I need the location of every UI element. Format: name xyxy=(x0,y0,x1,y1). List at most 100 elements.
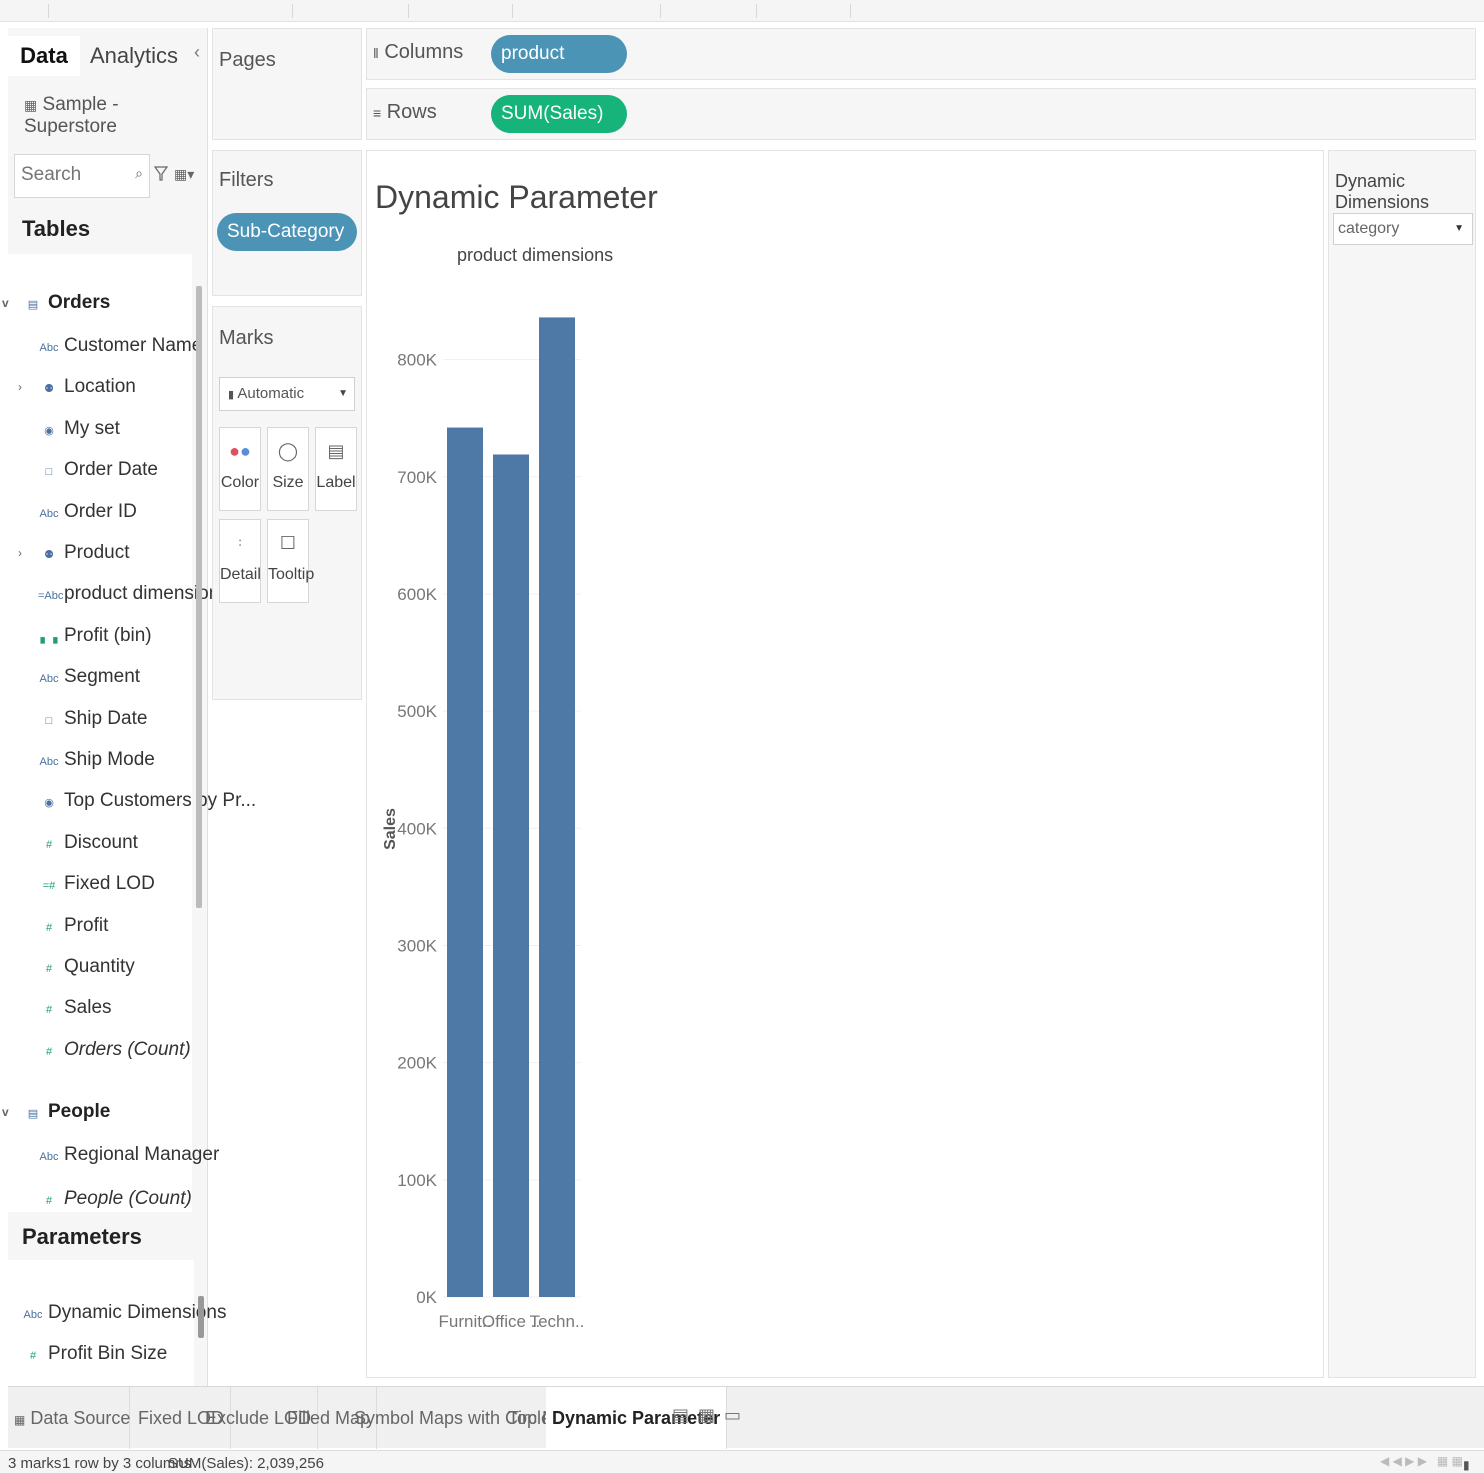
sheet-navigation[interactable]: ◀ ◀ ▶ ▶ ▦ ▦ ▮ xyxy=(1380,1454,1470,1472)
tab-analytics[interactable]: Analytics xyxy=(90,36,178,76)
parameter-value: category xyxy=(1338,220,1400,237)
field-item[interactable]: Abc Order ID xyxy=(38,497,137,527)
number-field-icon: # xyxy=(45,963,53,975)
field-item[interactable]: # Profit xyxy=(38,911,108,941)
field-item[interactable]: □ Ship Date xyxy=(38,704,148,734)
data-pane: Data Analytics ‹ ▦ Sample - Superstore ⌕… xyxy=(2,28,256,1405)
set-icon: ◉ xyxy=(44,424,54,437)
field-item[interactable]: › ⚉ Location xyxy=(18,372,136,402)
hierarchy-icon: ⚉ xyxy=(44,383,54,396)
label-button[interactable]: ▤ Label xyxy=(315,427,357,511)
collapse-pane-icon[interactable]: ‹ xyxy=(194,42,200,63)
x-tick-label: Techn.. xyxy=(530,1312,585,1331)
detail-button[interactable]: ∶ Detail xyxy=(219,519,261,603)
string-field-icon: Abc xyxy=(39,342,59,354)
expand-icon[interactable]: v xyxy=(2,1097,9,1127)
size-button[interactable]: ◯ Size xyxy=(267,427,309,511)
field-label: Order ID xyxy=(64,500,137,522)
tab-data[interactable]: Data xyxy=(8,36,80,76)
field-item[interactable]: ◉ My set xyxy=(38,414,120,444)
datasource-label: Sample - Superstore xyxy=(24,94,119,137)
chevron-right-icon[interactable]: › xyxy=(18,538,22,568)
rows-shelf[interactable]: ≡ Rows SUM(Sales) xyxy=(366,88,1476,140)
number-field-icon: # xyxy=(45,838,53,851)
field-item[interactable]: =# Fixed LOD xyxy=(38,869,155,899)
toolbar-divider xyxy=(660,4,661,18)
table-group[interactable]: v ▤ Orders xyxy=(2,288,111,318)
mark-type-value: Automatic xyxy=(237,385,305,402)
database-icon: ▦ xyxy=(14,1413,26,1427)
string-field-icon: Abc xyxy=(39,756,59,768)
field-item[interactable]: # Sales xyxy=(38,993,112,1023)
field-item[interactable]: # People (Count) xyxy=(38,1184,192,1214)
view-area[interactable]: Dynamic Parameter product dimensions 0K 1… xyxy=(366,150,1324,1378)
search-icon: ⌕ xyxy=(135,165,143,181)
string-field-icon: Abc xyxy=(39,507,59,520)
parameter-select[interactable]: category ▼ xyxy=(1333,213,1473,245)
rows-pill-sum-sales[interactable]: SUM(Sales) xyxy=(491,95,627,133)
color-icon: ●● xyxy=(229,441,251,461)
field-item[interactable]: › ⚉ Product xyxy=(18,538,130,568)
size-label: Size xyxy=(272,474,304,491)
new-dashboard-icon[interactable]: ▦ xyxy=(698,1405,715,1426)
field-label: Ship Mode xyxy=(64,749,155,770)
table-group[interactable]: v ▤ People xyxy=(2,1097,111,1127)
scrollbar[interactable] xyxy=(198,1296,204,1338)
parameter-item[interactable]: Abc Dynamic Dimensions xyxy=(22,1298,227,1328)
scrollbar[interactable] xyxy=(196,286,202,908)
field-label: Customer Name xyxy=(64,335,203,356)
toolbar-divider xyxy=(756,4,757,18)
field-item[interactable]: # Orders (Count) xyxy=(38,1035,191,1065)
pages-title: Pages xyxy=(219,49,276,71)
field-item[interactable]: ▖▗ Profit (bin) xyxy=(38,621,152,651)
search-field[interactable]: ⌕ xyxy=(14,154,150,198)
field-item[interactable]: Abc Regional Manager xyxy=(38,1140,220,1170)
field-item[interactable]: Abc Ship Mode xyxy=(38,745,155,775)
set-icon: ◉ xyxy=(44,797,54,810)
detail-icon: ∶ xyxy=(238,536,242,550)
parameter-control-card: Dynamic Dimensions category ▼ xyxy=(1328,150,1476,1378)
mark-type-select[interactable]: ▮ Automatic ▼ xyxy=(219,377,355,411)
view-options-icon[interactable]: ▦▾ xyxy=(174,166,194,183)
field-item[interactable]: Abc Customer Name xyxy=(38,331,203,361)
field-item[interactable]: ◉ Top Customers by Pr... xyxy=(38,786,256,816)
table-icon: ▤ xyxy=(27,1108,39,1120)
tab-data-source[interactable]: ▦ Data Source xyxy=(8,1387,130,1449)
new-story-icon[interactable]: ▭ xyxy=(724,1405,741,1426)
toolbar-divider xyxy=(850,4,851,18)
search-input[interactable] xyxy=(15,155,125,195)
pages-card[interactable]: Pages xyxy=(212,28,362,140)
columns-shelf[interactable]: ‖ Columns product dimensions xyxy=(366,28,1476,102)
calendar-icon: □ xyxy=(45,466,53,479)
bar xyxy=(447,427,483,1297)
filter-pill-sub-category[interactable]: Sub-Category xyxy=(217,213,357,251)
size-icon: ◯ xyxy=(277,441,299,461)
chevron-right-icon[interactable]: › xyxy=(18,372,22,402)
field-item[interactable]: □ Order Date xyxy=(38,455,158,485)
label-icon: ▤ xyxy=(327,441,345,461)
columns-shelf-label: ‖ Columns xyxy=(373,41,464,63)
field-label: Ship Date xyxy=(64,707,148,729)
field-label: Fixed LOD xyxy=(64,873,155,895)
field-item[interactable]: # Discount xyxy=(38,828,138,858)
field-label: Orders xyxy=(48,292,111,313)
columns-pill-product-dimensions[interactable]: product dimensions xyxy=(491,35,627,102)
parameter-title: Dynamic Dimensions xyxy=(1335,171,1430,212)
filters-title: Filters xyxy=(219,169,274,191)
tooltip-button[interactable]: ☐ Tooltip xyxy=(267,519,314,603)
filter-icon[interactable] xyxy=(154,166,168,182)
number-field-icon: # xyxy=(45,921,53,934)
filters-card[interactable]: Filters Sub-Category xyxy=(212,150,362,296)
parameter-item[interactable]: # Profit Bin Size xyxy=(22,1339,167,1369)
field-item[interactable]: # Quantity xyxy=(38,952,135,982)
field-item[interactable]: Abc Segment xyxy=(38,662,141,692)
marks-card: Marks ▮ Automatic ▼ ●● Color ◯ Size ▤ La… xyxy=(212,306,362,700)
expand-icon[interactable]: v xyxy=(2,288,9,318)
toolbar-divider xyxy=(48,4,49,18)
calculated-number-icon: =# xyxy=(42,880,56,893)
field-label: People xyxy=(48,1101,111,1122)
color-button[interactable]: ●● Color xyxy=(219,427,261,511)
new-worksheet-icon[interactable]: ▤ xyxy=(672,1405,689,1426)
datasource-name[interactable]: ▦ Sample - Superstore xyxy=(24,94,207,138)
field-label: Product xyxy=(64,542,130,563)
